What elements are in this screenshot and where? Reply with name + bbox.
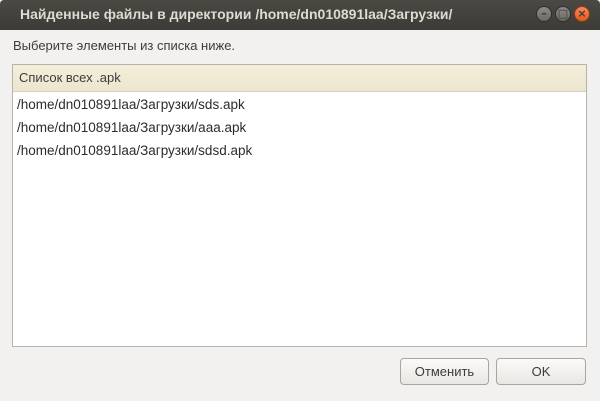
ok-button[interactable]: OK: [496, 358, 586, 385]
list-item[interactable]: /home/dn010891laa/Загрузки/sdsd.apk: [13, 139, 586, 162]
window-title: Найденные файлы в директории /home/dn010…: [20, 6, 453, 22]
list-column-header[interactable]: Список всех .apk: [13, 65, 586, 92]
window-controls: – □ ×: [536, 6, 590, 24]
maximize-icon[interactable]: □: [555, 6, 571, 22]
list-body: /home/dn010891laa/Загрузки/sds.apk /home…: [13, 92, 586, 162]
apk-file-list[interactable]: Список всех .apk /home/dn010891laa/Загру…: [12, 64, 587, 347]
close-icon[interactable]: ×: [574, 6, 590, 22]
title-bar[interactable]: Найденные файлы в директории /home/dn010…: [0, 0, 600, 30]
dialog-window: Найденные файлы в директории /home/dn010…: [0, 0, 600, 401]
list-item[interactable]: /home/dn010891laa/Загрузки/aaa.apk: [13, 116, 586, 139]
instruction-text: Выберите элементы из списка ниже.: [13, 38, 236, 53]
cancel-button[interactable]: Отменить: [400, 358, 489, 385]
list-item[interactable]: /home/dn010891laa/Загрузки/sds.apk: [13, 93, 586, 116]
minimize-icon[interactable]: –: [536, 6, 552, 22]
